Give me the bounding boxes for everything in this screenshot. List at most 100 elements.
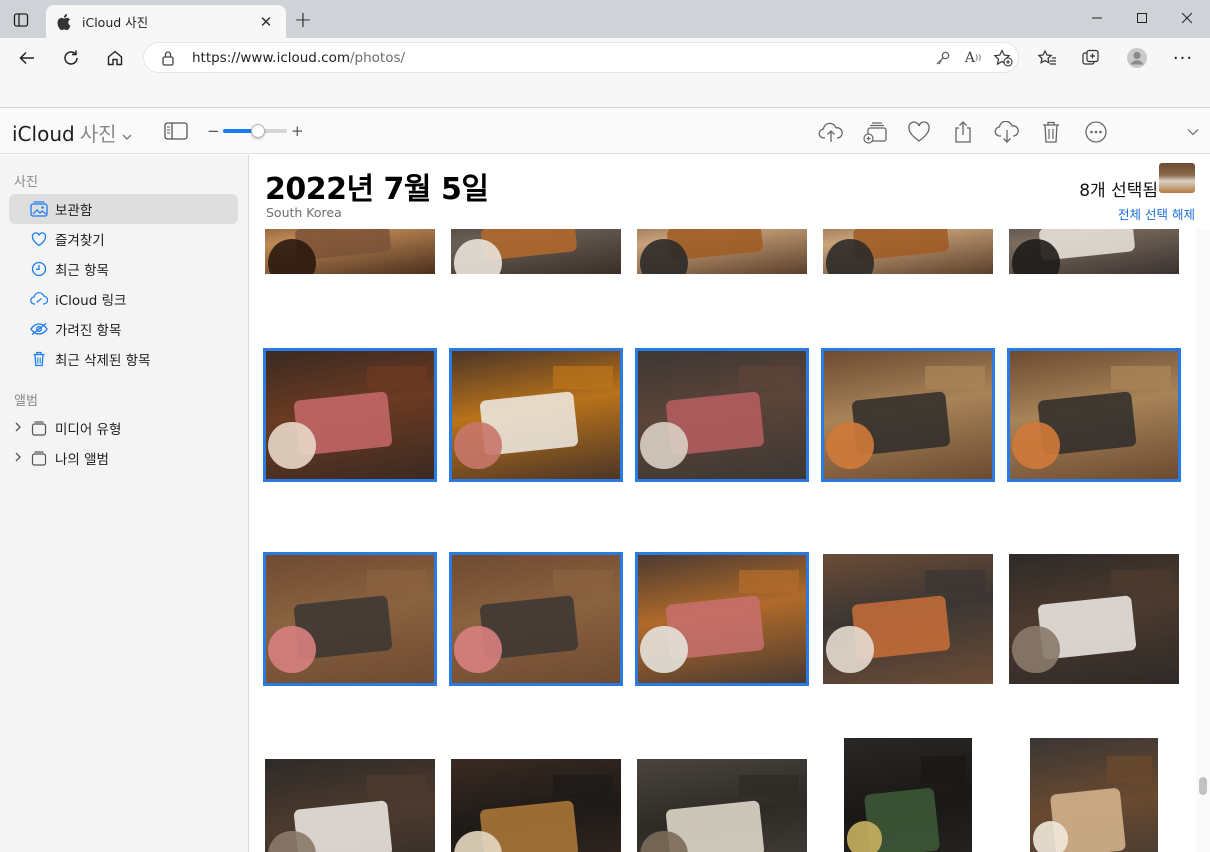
- photo-content: [454, 421, 502, 470]
- photo-thumbnail[interactable]: [451, 759, 621, 852]
- photo-thumbnail[interactable]: [821, 348, 995, 482]
- home-icon[interactable]: [101, 44, 129, 72]
- key-icon[interactable]: [928, 43, 958, 73]
- photo-thumbnail[interactable]: [823, 554, 993, 684]
- photo-thumbnail[interactable]: [1009, 554, 1179, 684]
- expand-chevron-icon[interactable]: [1179, 118, 1207, 146]
- photo-content: [739, 365, 799, 389]
- sidebar-item-hidden[interactable]: 가려진 항목: [9, 314, 238, 344]
- add-favorite-icon[interactable]: [988, 43, 1018, 73]
- photo-content: [826, 421, 874, 470]
- read-aloud-icon[interactable]: A)): [958, 43, 988, 73]
- upload-icon[interactable]: [817, 118, 845, 146]
- moment-location[interactable]: South Korea: [266, 205, 342, 220]
- delete-trash-icon[interactable]: [1037, 118, 1065, 146]
- sidebar-item-recents[interactable]: 최근 항목: [9, 254, 238, 284]
- refresh-icon[interactable]: [57, 44, 85, 72]
- photo-library: 2022년 7월 5일 South Korea 8개 선택됨 전체 선택 해제: [250, 155, 1210, 852]
- window-close-icon[interactable]: [1164, 0, 1210, 36]
- sidebar-item-label: 최근 삭제된 항목: [55, 353, 151, 369]
- zoom-out-icon[interactable]: −: [207, 122, 220, 140]
- tab-close-icon[interactable]: ✕: [256, 12, 276, 32]
- url-path: /photos/: [350, 49, 406, 66]
- photo-thumbnail[interactable]: [1007, 348, 1181, 482]
- scrollbar[interactable]: [1196, 229, 1210, 852]
- photo-thumbnail[interactable]: [265, 759, 435, 852]
- photo-content: [739, 774, 799, 798]
- photo-content: [640, 421, 688, 470]
- apple-icon: [56, 13, 72, 30]
- download-icon[interactable]: [993, 118, 1021, 146]
- sidebar-item-label: 가려진 항목: [55, 323, 122, 339]
- browser-tab-strip: iCloud 사진 ✕ +: [0, 0, 1210, 38]
- new-tab-icon[interactable]: +: [292, 8, 314, 33]
- library-icon: [29, 199, 49, 219]
- sidebar-item-library[interactable]: 보관함: [9, 194, 238, 224]
- browser-toolbar: https://www.icloud.com/photos/ A)) ···: [0, 38, 1210, 78]
- zoom-handle[interactable]: [251, 124, 266, 138]
- zoom-track[interactable]: [223, 124, 287, 138]
- add-to-album-icon[interactable]: [862, 118, 890, 146]
- disclosure-arrow-icon[interactable]: [12, 451, 24, 465]
- favorite-heart-icon[interactable]: [905, 118, 933, 146]
- photo-content: [846, 821, 883, 852]
- address-bar[interactable]: https://www.icloud.com/photos/ A)): [143, 42, 1019, 73]
- zoom-slider[interactable]: − +: [207, 120, 307, 142]
- photo-thumbnail[interactable]: [263, 348, 437, 482]
- photo-content: [268, 625, 316, 674]
- sidebar-item-label: 즐겨찾기: [55, 233, 105, 249]
- favorites-icon[interactable]: [1033, 44, 1061, 72]
- profile-avatar-icon[interactable]: [1123, 44, 1151, 72]
- app-title[interactable]: iCloud 사진: [12, 118, 132, 147]
- sidebar-item-media-types[interactable]: 미디어 유형: [9, 413, 238, 443]
- share-icon[interactable]: [949, 118, 977, 146]
- minimize-icon[interactable]: [1074, 0, 1120, 36]
- url-text: https://www.icloud.com/photos/: [192, 50, 928, 66]
- back-arrow-icon[interactable]: [13, 44, 41, 72]
- photo-content: [1111, 569, 1171, 593]
- brand-name: iCloud: [12, 122, 75, 146]
- photo-content: [925, 365, 985, 389]
- chevron-down-icon: [122, 122, 132, 146]
- photo-content: [739, 569, 799, 593]
- scrollbar-thumb[interactable]: [1199, 777, 1207, 795]
- more-options-icon[interactable]: [1082, 118, 1110, 146]
- photo-content: [1111, 365, 1171, 389]
- disclosure-arrow-icon[interactable]: [12, 421, 24, 435]
- collections-icon[interactable]: [1077, 44, 1105, 72]
- photo-thumbnail[interactable]: [844, 738, 972, 852]
- maximize-icon[interactable]: [1119, 0, 1165, 36]
- photo-thumbnail[interactable]: [263, 552, 437, 686]
- photo-thumbnail[interactable]: [1030, 738, 1158, 852]
- more-menu-icon[interactable]: ···: [1169, 44, 1197, 72]
- photo-content: [367, 774, 427, 798]
- browser-toolbar-spacer: [0, 78, 1210, 108]
- sidebar-item-label: 미디어 유형: [55, 422, 122, 438]
- sidebar-item-favorites[interactable]: 즐겨찾기: [9, 224, 238, 254]
- sidebar-item-label: 보관함: [55, 203, 93, 219]
- heart-icon: [29, 229, 49, 249]
- photo-thumbnail[interactable]: [449, 348, 623, 482]
- photo-thumbnail[interactable]: [637, 759, 807, 852]
- selection-thumbnail[interactable]: [1159, 163, 1195, 193]
- lock-icon[interactable]: [158, 48, 178, 68]
- sidebar-item-recently-deleted[interactable]: 최근 삭제된 항목: [9, 344, 238, 374]
- trash-icon: [29, 349, 49, 369]
- link-icon: [29, 289, 49, 309]
- section-title-albums: 앨범: [14, 394, 38, 409]
- sidebar-item-label: 나의 앨범: [55, 452, 109, 468]
- sidebar-toggle-icon[interactable]: [163, 119, 189, 143]
- deselect-all-link[interactable]: 전체 선택 해제: [1118, 204, 1195, 223]
- moment-header: 2022년 7월 5일 South Korea 8개 선택됨 전체 선택 해제: [250, 155, 1210, 229]
- photo-thumbnail[interactable]: [635, 552, 809, 686]
- zoom-in-icon[interactable]: +: [291, 122, 304, 140]
- photo-thumbnail[interactable]: [635, 348, 809, 482]
- photo-thumbnail[interactable]: [449, 552, 623, 686]
- sidebar-item-icloud-links[interactable]: iCloud 링크: [9, 284, 238, 314]
- photo-content: [640, 625, 688, 674]
- sidebar-item-label: 최근 항목: [55, 263, 109, 279]
- photo-content: [454, 625, 502, 674]
- browser-tab[interactable]: iCloud 사진 ✕: [46, 5, 286, 38]
- tab-actions-icon[interactable]: [10, 9, 32, 31]
- sidebar-item-my-albums[interactable]: 나의 앨범: [9, 443, 238, 473]
